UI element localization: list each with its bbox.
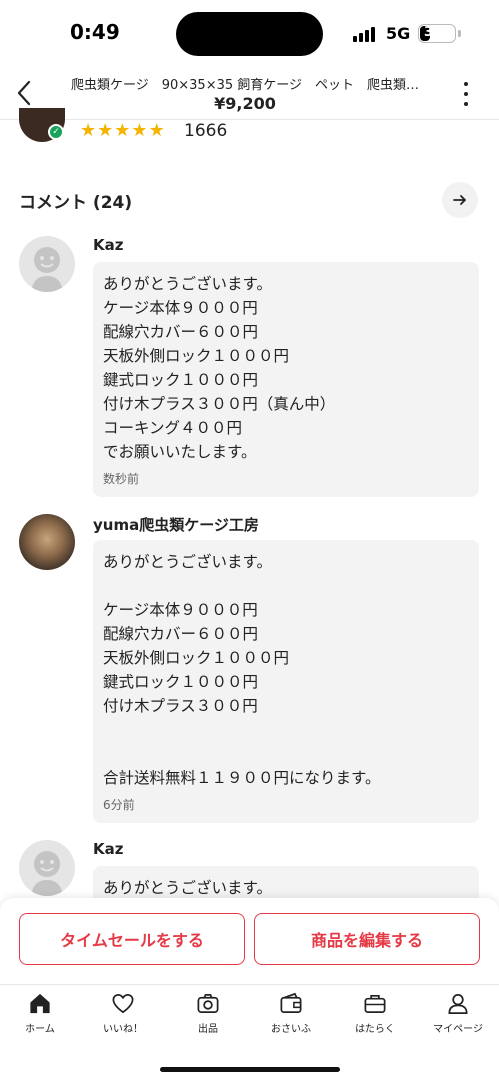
comments-more-button[interactable] [442,182,478,218]
tab-likes[interactable]: いいね！ [81,991,165,1035]
tab-label: はたらく [355,1024,395,1035]
time-sale-button[interactable]: タイムセールをする [19,913,245,965]
battery-level: 30 [424,25,443,40]
default-avatar-icon [31,247,63,292]
tab-home[interactable]: ホーム [0,991,82,1035]
comment-line: ケージ本体９０００円 [103,299,258,317]
tab-wallet[interactable]: おさいふ [249,991,333,1035]
home-indicator [160,1067,340,1072]
default-avatar-icon [31,851,63,896]
comments-title: コメント (24) [19,193,133,213]
edit-item-button[interactable]: 商品を編集する [254,913,480,965]
home-icon [30,993,50,1014]
star-icon: ★ [114,120,131,141]
tab-label: おさいふ [271,1024,311,1035]
comment-body: ありがとうございます。 ケージ本体９０００円 配線穴カバー６００円天板外側ロック１０… [103,272,469,464]
network-type: 5G [386,24,411,43]
comment-body: ありがとうございます。 [103,876,469,900]
comment-line [103,574,469,598]
camera-icon [197,993,219,1014]
comment-line: 天板外側ロック１０００円 [103,347,290,365]
item-title: 爬虫類ケージ 90×35×35 飼育ケージ ペット 爬虫類… [70,78,420,93]
avatar[interactable] [19,236,75,292]
comment-line [103,742,469,766]
comment-line: ケージ本体９０００円 [103,601,258,619]
comment-line: 配線穴カバー６００円 [103,323,259,341]
item-header: 爬虫類ケージ 90×35×35 飼育ケージ ペット 爬虫類… ¥9,200 [0,66,499,120]
dot [464,92,468,96]
comment-author[interactable]: Kaz [93,840,123,858]
comment-bubble: ありがとうございます。 ケージ本体９０００円 配線穴カバー６００円天板外側ロック１０… [93,262,479,497]
tab-work[interactable]: はたらく [333,991,417,1035]
dot [464,102,468,106]
dynamic-island [176,12,323,56]
tab-label: マイページ [433,1024,483,1035]
status-time: 0:49 [70,20,120,44]
comment-time: 数秒前 [103,472,140,486]
comment-line: ありがとうございます。 [103,275,272,293]
action-bar: タイムセールをする 商品を編集する [0,898,499,984]
comment-line: コーキング４００円 [103,419,243,437]
comment-line: 天板外側ロック１０００円 [103,649,290,667]
avatar[interactable] [19,514,75,570]
comment-author[interactable]: Kaz [93,236,123,254]
comment-time: 6分前 [103,798,135,812]
more-options-button[interactable] [456,82,476,106]
chevron-left-icon [17,80,31,106]
seller-rating-stars: ★ ★ ★ ★ ★ [80,121,165,141]
comment-line: ありがとうございます。 [103,553,272,571]
comment-line [103,718,469,742]
star-icon: ★ [148,120,165,141]
status-bar: 0:49 5G 30 [0,0,499,66]
vertical-dots-icon [464,82,468,86]
tab-bar: ホーム いいね！ 出品 おさいふ はたらく マイページ [0,984,499,1080]
signal-icon [353,26,379,42]
heart-icon [112,993,134,1014]
person-icon [448,993,468,1014]
star-icon: ★ [80,120,97,141]
verified-badge-icon: ✓ [48,124,64,140]
tab-label: いいね！ [103,1024,143,1035]
comment-line: 付け木プラス３００円 [103,697,258,715]
comment-line: 配線穴カバー６００円 [103,625,259,643]
item-price: ¥9,200 [214,94,276,113]
battery-icon: 30 [418,24,456,43]
battery-tip [458,30,461,37]
tab-mypage[interactable]: マイページ [416,991,499,1035]
comment-line: 鍵式ロック１０００円 [103,371,259,389]
star-icon: ★ [131,120,148,141]
wallet-icon [280,992,302,1014]
comment-author[interactable]: yuma爬虫類ケージ工房 [93,514,259,535]
comment-line: でお願いいたします。 [103,443,257,461]
briefcase-icon [364,994,386,1014]
tab-label: ホーム [25,1024,55,1035]
arrow-right-icon [453,195,466,205]
comment-line: 鍵式ロック１０００円 [103,673,259,691]
seller-rating-count: 1666 [184,121,228,141]
tab-sell[interactable]: 出品 [166,991,250,1035]
comment-bubble: ありがとうございます。 ケージ本体９０００円 配線穴カバー６００円天板外側ロック１０… [93,540,479,823]
comment-line: ありがとうございます。 [103,879,272,897]
back-button[interactable] [10,76,38,110]
comment-body: ありがとうございます。 ケージ本体９０００円 配線穴カバー６００円天板外側ロック１０… [103,550,469,790]
tab-label: 出品 [198,1024,218,1035]
avatar[interactable] [19,840,75,896]
star-icon: ★ [97,120,114,141]
comment-line: 付け木プラス３００円（真ん中） [103,395,336,413]
comment-line: 合計送料無料１１９００円になります。 [103,769,381,787]
